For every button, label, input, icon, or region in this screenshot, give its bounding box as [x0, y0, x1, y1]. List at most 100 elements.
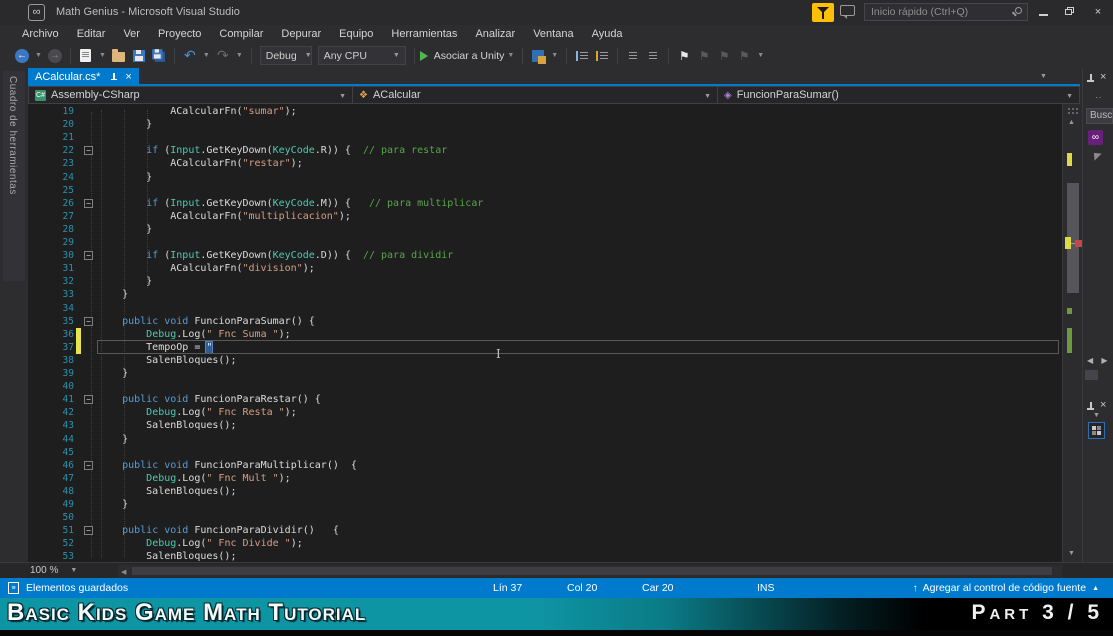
code-line-44[interactable]: 44 } [28, 433, 1062, 446]
menu-item-herramientas[interactable]: Herramientas [382, 28, 466, 40]
breakpoint-margin[interactable] [28, 341, 46, 354]
panel-scroll-arrows-icon[interactable]: ◀ ▶ [1087, 356, 1111, 365]
type-dropdown[interactable]: ❖ ACalcular ▼ [353, 87, 718, 103]
breakpoint-margin[interactable] [28, 459, 46, 472]
breakpoint-margin[interactable] [28, 380, 46, 393]
code-text[interactable]: Debug.Log(" Fnc Divide "); [96, 537, 1062, 550]
new-file-dropdown-icon[interactable]: ▼ [99, 52, 106, 59]
code-text[interactable]: SalenBloques(); [96, 354, 1062, 367]
member-dropdown[interactable]: ◈ FuncionParaSumar() ▼ [718, 87, 1079, 103]
breakpoint-margin[interactable] [28, 511, 46, 524]
new-file-button[interactable] [78, 48, 94, 64]
code-text[interactable]: Debug.Log(" Fnc Resta "); [96, 406, 1062, 419]
breakpoint-margin[interactable] [28, 524, 46, 537]
code-text[interactable]: SalenBloques(); [96, 419, 1062, 432]
code-line-23[interactable]: 23 ACalcularFn("restar"); [28, 157, 1062, 170]
pin-icon[interactable] [1087, 74, 1094, 83]
code-line-34[interactable]: 34 [28, 302, 1062, 315]
navigate-back-button[interactable]: ← [14, 48, 30, 64]
clear-bookmarks-button[interactable]: ⚑ [736, 48, 752, 64]
code-line-43[interactable]: 43 SalenBloques(); [28, 419, 1062, 432]
code-text[interactable]: if (Input.GetKeyDown(KeyCode.M)) { // pa… [96, 197, 1062, 210]
tab-acalcular[interactable]: ACalcular.cs* × [28, 68, 139, 86]
breakpoint-margin[interactable] [28, 184, 46, 197]
scroll-down-icon[interactable]: ▼ [1068, 550, 1075, 557]
breakpoint-margin[interactable] [28, 105, 46, 118]
code-line-51[interactable]: 51− public void FuncionParaDividir() { [28, 524, 1062, 537]
notifications-funnel-icon[interactable] [812, 3, 834, 22]
breakpoint-margin[interactable] [28, 550, 46, 562]
tab-close-icon[interactable]: × [125, 71, 131, 83]
menu-item-proyecto[interactable]: Proyecto [149, 28, 210, 40]
code-line-31[interactable]: 31 ACalcularFn("division"); [28, 262, 1062, 275]
code-text[interactable] [96, 236, 1062, 249]
feedback-icon[interactable] [840, 5, 855, 16]
collapse-region-icon[interactable]: − [84, 526, 93, 535]
breakpoint-margin[interactable] [28, 446, 46, 459]
breakpoint-margin[interactable] [28, 328, 46, 341]
menu-item-ver[interactable]: Ver [114, 28, 149, 40]
restore-button[interactable] [1064, 6, 1076, 18]
breakpoint-margin[interactable] [28, 171, 46, 184]
code-text[interactable]: } [96, 171, 1062, 184]
find-in-files-button[interactable] [574, 48, 590, 64]
code-text[interactable]: ACalcularFn("division"); [96, 262, 1062, 275]
collapse-region-icon[interactable]: − [84, 461, 93, 470]
code-text[interactable] [96, 302, 1062, 315]
code-text[interactable]: } [96, 275, 1062, 288]
code-line-46[interactable]: 46− public void FuncionParaMultiplicar()… [28, 459, 1062, 472]
save-button[interactable] [131, 48, 147, 64]
code-line-25[interactable]: 25 [28, 184, 1062, 197]
code-text[interactable]: } [96, 367, 1062, 380]
collapse-region-icon[interactable]: − [84, 317, 93, 326]
code-text[interactable] [96, 380, 1062, 393]
code-line-29[interactable]: 29 [28, 236, 1062, 249]
menu-item-archivo[interactable]: Archivo [13, 28, 68, 40]
menu-item-analizar[interactable]: Analizar [466, 28, 524, 40]
close-button[interactable]: × [1092, 6, 1104, 18]
menu-item-depurar[interactable]: Depurar [272, 28, 330, 40]
code-line-40[interactable]: 40 [28, 380, 1062, 393]
breakpoint-margin[interactable] [28, 288, 46, 301]
breakpoint-margin[interactable] [28, 537, 46, 550]
breakpoint-margin[interactable] [28, 433, 46, 446]
code-text[interactable] [96, 184, 1062, 197]
breakpoint-margin[interactable] [28, 485, 46, 498]
toggle-bookmark-button[interactable]: ⚑ [676, 48, 692, 64]
redo-button[interactable]: ↷ [215, 48, 231, 64]
breakpoint-margin[interactable] [28, 498, 46, 511]
code-line-28[interactable]: 28 } [28, 223, 1062, 236]
menu-item-ventana[interactable]: Ventana [524, 28, 582, 40]
pin-icon[interactable] [110, 73, 118, 82]
breakpoint-margin[interactable] [28, 131, 46, 144]
code-line-52[interactable]: 52 Debug.Log(" Fnc Divide "); [28, 537, 1062, 550]
collapse-region-icon[interactable]: − [84, 395, 93, 404]
toolbar-options-dropdown-icon[interactable]: ▼ [757, 52, 764, 59]
code-text[interactable] [96, 131, 1062, 144]
chevron-down-icon[interactable]: ▼ [1093, 412, 1100, 419]
menu-item-ayuda[interactable]: Ayuda [583, 28, 632, 40]
code-text[interactable]: } [96, 433, 1062, 446]
nuget-package-button[interactable] [530, 48, 546, 64]
code-text[interactable]: } [96, 118, 1062, 131]
nuget-dropdown-icon[interactable]: ▼ [551, 52, 558, 59]
menu-item-editar[interactable]: Editar [68, 28, 115, 40]
code-line-26[interactable]: 26− if (Input.GetKeyDown(KeyCode.M)) { /… [28, 197, 1062, 210]
code-line-22[interactable]: 22− if (Input.GetKeyDown(KeyCode.R)) { /… [28, 144, 1062, 157]
collapse-triangle-icon[interactable] [1090, 149, 1101, 160]
collapse-region-icon[interactable]: − [84, 146, 93, 155]
code-line-42[interactable]: 42 Debug.Log(" Fnc Resta "); [28, 406, 1062, 419]
code-line-19[interactable]: 19 ACalcularFn("sumar"); [28, 105, 1062, 118]
command-window-button[interactable] [594, 48, 610, 64]
navigate-back-dropdown-icon[interactable]: ▼ [35, 52, 42, 59]
code-text[interactable]: ACalcularFn("sumar"); [96, 105, 1062, 118]
breakpoint-margin[interactable] [28, 210, 46, 223]
code-editor[interactable]: 19 ACalcularFn("sumar");20 }2122− if (In… [28, 104, 1062, 562]
code-line-24[interactable]: 24 } [28, 171, 1062, 184]
menu-item-compilar[interactable]: Compilar [210, 28, 272, 40]
code-line-50[interactable]: 50 [28, 511, 1062, 524]
code-line-27[interactable]: 27 ACalcularFn("multiplicacion"); [28, 210, 1062, 223]
panel-scrollbar-thumb[interactable] [1085, 370, 1098, 380]
breakpoint-margin[interactable] [28, 419, 46, 432]
next-bookmark-button[interactable]: ⚑ [716, 48, 732, 64]
